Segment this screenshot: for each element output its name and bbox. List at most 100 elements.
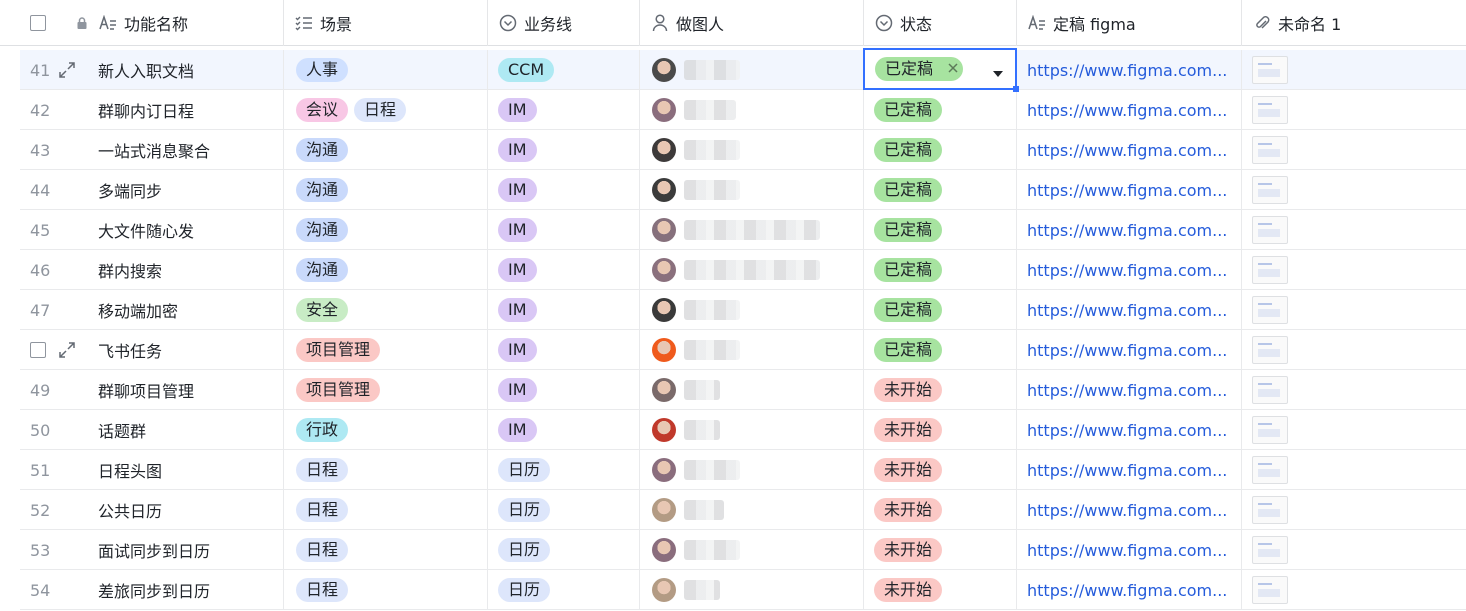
figma-cell[interactable]: https://www.figma.com... (1017, 330, 1242, 370)
attachment-cell[interactable] (1242, 570, 1466, 610)
attachment-thumbnail[interactable] (1252, 216, 1288, 244)
attachment-cell[interactable] (1242, 90, 1466, 130)
attachment-thumbnail[interactable] (1252, 576, 1288, 604)
attachment-cell[interactable] (1242, 450, 1466, 490)
designer-cell[interactable] (640, 410, 864, 450)
expand-icon[interactable] (58, 341, 76, 363)
table-row[interactable]: 51 日程头图 日程 日历 未开始 https://www.figma.com... (20, 450, 1466, 490)
name-cell[interactable]: 49 群聊项目管理 (20, 370, 284, 410)
business-cell[interactable]: 日历 (488, 530, 640, 570)
attachment-cell[interactable] (1242, 170, 1466, 210)
figma-link[interactable]: https://www.figma.com... (1027, 461, 1227, 480)
status-cell[interactable]: 未开始 (864, 530, 1017, 570)
header-scene[interactable]: 场景 (284, 0, 488, 46)
scene-cell[interactable]: 会议 日程 (284, 90, 488, 130)
name-cell[interactable]: 飞书任务 (20, 330, 284, 370)
status-cell[interactable]: 已定稿 (864, 210, 1017, 250)
designer-cell[interactable] (640, 130, 864, 170)
figma-link[interactable]: https://www.figma.com... (1027, 221, 1227, 240)
header-designer[interactable]: 做图人 (640, 0, 864, 46)
status-cell[interactable]: 已定稿 (864, 130, 1017, 170)
attachment-thumbnail[interactable] (1252, 416, 1288, 444)
designer-cell[interactable] (640, 490, 864, 530)
attachment-thumbnail[interactable] (1252, 96, 1288, 124)
figma-link[interactable]: https://www.figma.com... (1027, 421, 1227, 440)
attachment-cell[interactable] (1242, 330, 1466, 370)
scene-cell[interactable]: 项目管理 (284, 330, 488, 370)
attachment-cell[interactable] (1242, 50, 1466, 90)
designer-cell[interactable] (640, 90, 864, 130)
figma-link[interactable]: https://www.figma.com... (1027, 541, 1227, 560)
figma-link[interactable]: https://www.figma.com... (1027, 501, 1227, 520)
figma-link[interactable]: https://www.figma.com... (1027, 301, 1227, 320)
attachment-thumbnail[interactable] (1252, 336, 1288, 364)
scene-cell[interactable]: 沟通 (284, 250, 488, 290)
table-row[interactable]: 49 群聊项目管理 项目管理 IM 未开始 https://www.figma.com..… (20, 370, 1466, 410)
figma-cell[interactable]: https://www.figma.com... (1017, 50, 1242, 90)
attachment-cell[interactable] (1242, 130, 1466, 170)
name-cell[interactable]: 50 话题群 (20, 410, 284, 450)
name-cell[interactable]: 53 面试同步到日历 (20, 530, 284, 570)
table-row[interactable]: 42 群聊内订日程 会议 日程 IM 已定稿 https://www.figma.com..… (20, 90, 1466, 130)
name-cell[interactable]: 42 群聊内订日程 (20, 90, 284, 130)
business-cell[interactable]: CCM (488, 50, 640, 90)
attachment-cell[interactable] (1242, 290, 1466, 330)
status-edit-cell[interactable]: 已定稿 (863, 48, 1019, 92)
status-cell[interactable]: 已定稿 (864, 250, 1017, 290)
caret-down-icon[interactable] (993, 64, 1003, 83)
attachment-thumbnail[interactable] (1252, 256, 1288, 284)
attachment-cell[interactable] (1242, 490, 1466, 530)
figma-cell[interactable]: https://www.figma.com... (1017, 570, 1242, 610)
table-row[interactable]: 44 多端同步 沟通 IM 已定稿 https://www.figma.com... (20, 170, 1466, 210)
attachment-thumbnail[interactable] (1252, 176, 1288, 204)
scene-cell[interactable]: 安全 (284, 290, 488, 330)
scene-cell[interactable]: 沟通 (284, 130, 488, 170)
name-cell[interactable]: 52 公共日历 (20, 490, 284, 530)
business-cell[interactable]: IM (488, 410, 640, 450)
row-checkbox[interactable] (30, 342, 46, 358)
status-cell[interactable]: 已定稿 (864, 170, 1017, 210)
figma-link[interactable]: https://www.figma.com... (1027, 181, 1227, 200)
close-icon[interactable] (943, 58, 963, 78)
figma-link[interactable]: https://www.figma.com... (1027, 61, 1227, 80)
name-cell[interactable]: 51 日程头图 (20, 450, 284, 490)
business-cell[interactable]: IM (488, 250, 640, 290)
status-cell[interactable]: 已定稿 (864, 290, 1017, 330)
table-row[interactable]: 54 差旅同步到日历 日程 日历 未开始 https://www.figma.com... (20, 570, 1466, 610)
designer-cell[interactable] (640, 530, 864, 570)
table-row[interactable]: 飞书任务 项目管理 IM 已定稿 https://www.figma.com... (20, 330, 1466, 370)
attachment-thumbnail[interactable] (1252, 376, 1288, 404)
figma-link[interactable]: https://www.figma.com... (1027, 101, 1227, 120)
designer-cell[interactable] (640, 330, 864, 370)
status-cell[interactable]: 未开始 (864, 410, 1017, 450)
expand-icon[interactable] (58, 61, 76, 83)
figma-cell[interactable]: https://www.figma.com... (1017, 130, 1242, 170)
scene-cell[interactable]: 行政 (284, 410, 488, 450)
header-name[interactable]: 功能名称 (0, 0, 284, 46)
header-attachment[interactable]: 未命名 1 (1242, 0, 1466, 46)
status-cell[interactable]: 未开始 (864, 490, 1017, 530)
scene-cell[interactable]: 人事 (284, 50, 488, 90)
table-row[interactable]: 47 移动端加密 安全 IM 已定稿 https://www.figma.com... (20, 290, 1466, 330)
figma-link[interactable]: https://www.figma.com... (1027, 581, 1227, 600)
name-cell[interactable]: 43 一站式消息聚合 (20, 130, 284, 170)
designer-cell[interactable] (640, 450, 864, 490)
scene-cell[interactable]: 项目管理 (284, 370, 488, 410)
figma-cell[interactable]: https://www.figma.com... (1017, 530, 1242, 570)
status-cell[interactable]: 未开始 (864, 370, 1017, 410)
attachment-cell[interactable] (1242, 250, 1466, 290)
table-row[interactable]: 46 群内搜索 沟通 IM 已定稿 https://www.figma.com... (20, 250, 1466, 290)
attachment-thumbnail[interactable] (1252, 456, 1288, 484)
attachment-cell[interactable] (1242, 530, 1466, 570)
designer-cell[interactable] (640, 210, 864, 250)
business-cell[interactable]: 日历 (488, 570, 640, 610)
business-cell[interactable]: IM (488, 130, 640, 170)
attachment-cell[interactable] (1242, 370, 1466, 410)
table-row[interactable]: 45 大文件随心发 沟通 IM 已定稿 https://www.figma.com... (20, 210, 1466, 250)
scene-cell[interactable]: 沟通 (284, 170, 488, 210)
designer-cell[interactable] (640, 50, 864, 90)
table-row[interactable]: 53 面试同步到日历 日程 日历 未开始 https://www.figma.com... (20, 530, 1466, 570)
name-cell[interactable]: 45 大文件随心发 (20, 210, 284, 250)
figma-cell[interactable]: https://www.figma.com... (1017, 490, 1242, 530)
attachment-thumbnail[interactable] (1252, 296, 1288, 324)
